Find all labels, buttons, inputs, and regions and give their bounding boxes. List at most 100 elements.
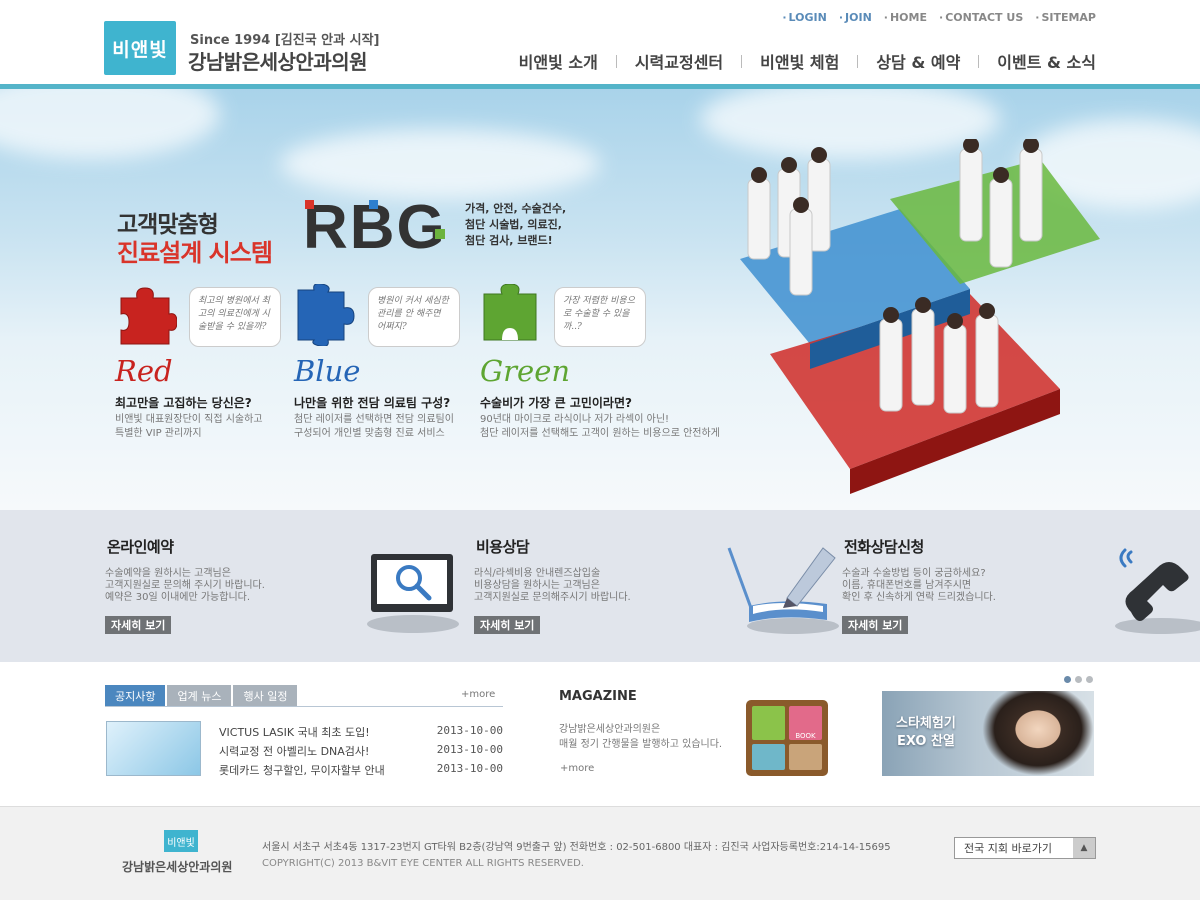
red-speech-bubble: 최고의 병원에서 최고의 의료진에게 시술받을 수 있을까? <box>189 287 281 347</box>
red-description: 비앤빛 대표원장단이 직접 시술하고 특별한 VIP 관리까지 <box>115 413 263 441</box>
footer-copyright: COPYRIGHT(C) 2013 B&VIT EYE CENTER ALL R… <box>262 858 584 869</box>
hero-title-line2: 진료설계 시스템 <box>117 239 273 267</box>
cost-consult-more-button[interactable]: 자세히 보기 <box>474 616 541 634</box>
nav-item-consult[interactable]: 상담 & 예약 <box>876 49 960 73</box>
service-desc-line: 수술예약을 원하시는 고객님은 <box>105 568 231 579</box>
news-title-link[interactable]: 롯데카드 청구할인, 무이자할부 안내 <box>219 762 385 778</box>
monitor-search-icon[interactable] <box>355 538 465 638</box>
pen-book-icon[interactable] <box>722 538 842 638</box>
site-header: 비앤빛 Since 1994 [김진국 안과 시작] 강남밝은세상안과의원 LO… <box>0 0 1200 84</box>
logo-badge[interactable]: 비앤빛 <box>104 21 176 75</box>
tabs-divider <box>105 706 503 707</box>
service-desc-line: 라식/라섹비용 안내렌즈삽입술 <box>474 568 601 579</box>
news-date: 2013-10-00 <box>436 724 503 737</box>
online-reservation-more-button[interactable]: 자세히 보기 <box>105 616 172 634</box>
promo-text-line: 스타체험기 <box>896 716 956 731</box>
green-puzzle-icon <box>483 284 537 341</box>
services-band: 온라인예약 수술예약을 원하시는 고객님은 고객지원실로 문의해 주시기 바랍니… <box>0 510 1200 662</box>
rbg-red-mark <box>305 200 314 209</box>
magazine-bookshelf-icon[interactable]: BOOK <box>746 700 828 776</box>
star-experience-banner[interactable]: 스타체험기 EXO 찬열 <box>882 691 1094 776</box>
blue-desc-line: 구성되어 개인별 맞춤형 진료 서비스 <box>294 428 445 439</box>
phone-consult-more-button[interactable]: 자세히 보기 <box>842 616 909 634</box>
blue-word: Blue <box>294 354 361 388</box>
blue-puzzle-icon <box>297 284 355 346</box>
footer-logo-badge: 비앤빛 <box>164 830 198 852</box>
login-link[interactable]: LOGIN <box>782 11 827 24</box>
main-nav: 비앤빛 소개 시력교정센터 비앤빛 체험 상담 & 예약 이벤트 & 소식 <box>519 49 1096 73</box>
service-desc-line: 비용상담을 원하시는 고객님은 <box>474 580 600 591</box>
rbg-blue-mark <box>369 200 378 209</box>
promo-pager <box>1064 676 1093 683</box>
service-title: 온라인예약 <box>107 538 174 556</box>
join-link[interactable]: JOIN <box>839 11 872 24</box>
rbg-description: 가격, 안전, 수술건수, 첨단 시술법, 의료진, 첨단 검사, 브랜드! <box>465 201 566 249</box>
contact-us-link[interactable]: CONTACT US <box>939 11 1023 24</box>
site-footer: 비앤빛 강남밝은세상안과의원 서울시 서초구 서초4동 1317-23번지 GT… <box>0 806 1200 900</box>
book-cover <box>789 744 822 770</box>
online-reservation-card: 온라인예약 수술예약을 원하시는 고객님은 고객지원실로 문의해 주시기 바랍니… <box>105 510 465 662</box>
book-cover <box>752 706 785 740</box>
news-date: 2013-10-00 <box>436 762 503 775</box>
service-description: 수술예약을 원하시는 고객님은 고객지원실로 문의해 주시기 바랍니다. 예약은… <box>105 568 265 604</box>
red-desc-line: 특별한 VIP 관리까지 <box>115 428 202 439</box>
nav-item-vision-center[interactable]: 시력교정센터 <box>635 49 723 73</box>
service-description: 라식/라섹비용 안내렌즈삽입술 비용상담을 원하시는 고객님은 고객지원실로 문… <box>474 568 631 604</box>
rbg-desc-line: 가격, 안전, 수술건수, <box>465 202 567 215</box>
red-heading: 최고만을 고집하는 당신은? <box>115 396 252 410</box>
service-desc-line: 고객지원실로 문의해 주시기 바랍니다. <box>105 580 265 591</box>
magazine-more-link[interactable]: +more <box>560 763 594 774</box>
service-desc-line: 확인 후 신속하게 연락 드리겠습니다. <box>842 592 996 603</box>
clinic-name[interactable]: 강남밝은세상안과의원 <box>188 46 368 75</box>
hero-banner[interactable]: 고객맞춤형 진료설계 시스템 RBG 가격, 안전, 수술건수, 첨단 시술법,… <box>0 89 1200 510</box>
green-heading: 수술비가 가장 큰 고민이라면? <box>480 396 632 410</box>
red-puzzle-icon <box>120 287 177 345</box>
service-description: 수술과 수술방법 등이 궁금하세요? 이름, 휴대폰번호를 남겨주시면 확인 후… <box>842 568 996 604</box>
doctors-puzzle-illustration <box>740 139 1100 494</box>
pager-dot[interactable] <box>1064 676 1071 683</box>
list-item: 롯데카드 청구할인, 무이자할부 안내 2013-10-00 <box>219 762 503 778</box>
service-desc-line: 이름, 휴대폰번호를 남겨주시면 <box>842 580 972 591</box>
blue-desc-line: 첨단 레이저를 선택하면 전담 의료팀이 <box>294 414 454 425</box>
red-word: Red <box>115 354 173 388</box>
magazine-desc-line: 매월 정기 간행물을 발행하고 있습니다. <box>559 739 723 750</box>
nav-divider <box>741 54 743 68</box>
service-desc-line: 고객지원실로 문의해주시기 바랍니다. <box>474 592 631 603</box>
blue-heading: 나만을 위한 전담 의료팀 구성? <box>294 396 451 410</box>
book-cover-label: BOOK <box>789 706 822 740</box>
rbg-desc-line: 첨단 검사, 브랜드! <box>465 234 553 247</box>
news-more-link[interactable]: +more <box>461 689 495 700</box>
footer-clinic-name: 강남밝은세상안과의원 <box>122 860 233 874</box>
green-speech-bubble: 가장 저렴한 비용으로 수술할 수 있을까..? <box>554 287 646 347</box>
tab-industry-news[interactable]: 업계 뉴스 <box>167 685 232 707</box>
rbg-green-mark <box>435 229 445 239</box>
list-item: 시력교정 전 아벨리노 DNA검사! 2013-10-00 <box>219 743 503 759</box>
footer-address: 서울시 서초구 서초4동 1317-23번지 GT타워 B2층(강남역 9번출구… <box>262 842 891 853</box>
blue-speech-bubble: 병원이 커서 세심한 관리를 안 해주면 어쩌지? <box>368 287 460 347</box>
magazine-desc-line: 강남밝은세상안과의원은 <box>559 724 661 735</box>
nav-item-experience[interactable]: 비앤빛 체험 <box>760 49 839 73</box>
list-item: VICTUS LASIK 국내 최초 도입! 2013-10-00 <box>219 724 503 740</box>
branch-select[interactable]: 전국 지회 바로가기 ▲ <box>954 837 1096 859</box>
nav-item-events[interactable]: 이벤트 & 소식 <box>997 49 1096 73</box>
nav-divider <box>978 54 980 68</box>
sitemap-link[interactable]: SITEMAP <box>1035 11 1096 24</box>
blue-description: 첨단 레이저를 선택하면 전담 의료팀이 구성되어 개인별 맞춤형 진료 서비스 <box>294 413 454 441</box>
pager-dot[interactable] <box>1075 676 1082 683</box>
rbg-desc-line: 첨단 시술법, 의료진, <box>465 218 562 231</box>
news-title-link[interactable]: 시력교정 전 아벨리노 DNA검사! <box>219 743 369 759</box>
news-title-link[interactable]: VICTUS LASIK 국내 최초 도입! <box>219 724 370 740</box>
phone-icon[interactable] <box>1090 538 1200 638</box>
pager-dot[interactable] <box>1086 676 1093 683</box>
nav-item-about[interactable]: 비앤빛 소개 <box>519 49 598 73</box>
cloud-decoration <box>280 129 600 199</box>
tab-event-schedule[interactable]: 행사 일정 <box>233 685 298 707</box>
magazine-description: 강남밝은세상안과의원은 매월 정기 간행물을 발행하고 있습니다. <box>559 722 722 752</box>
promo-text-line: EXO 찬열 <box>896 734 955 749</box>
news-thumbnail[interactable] <box>106 721 201 776</box>
home-link[interactable]: HOME <box>884 11 927 24</box>
news-date: 2013-10-00 <box>436 743 503 756</box>
news-tabs: 공지사항 업계 뉴스 행사 일정 <box>105 685 299 707</box>
chevron-up-icon[interactable]: ▲ <box>1073 838 1095 858</box>
tab-notices[interactable]: 공지사항 <box>105 685 166 707</box>
